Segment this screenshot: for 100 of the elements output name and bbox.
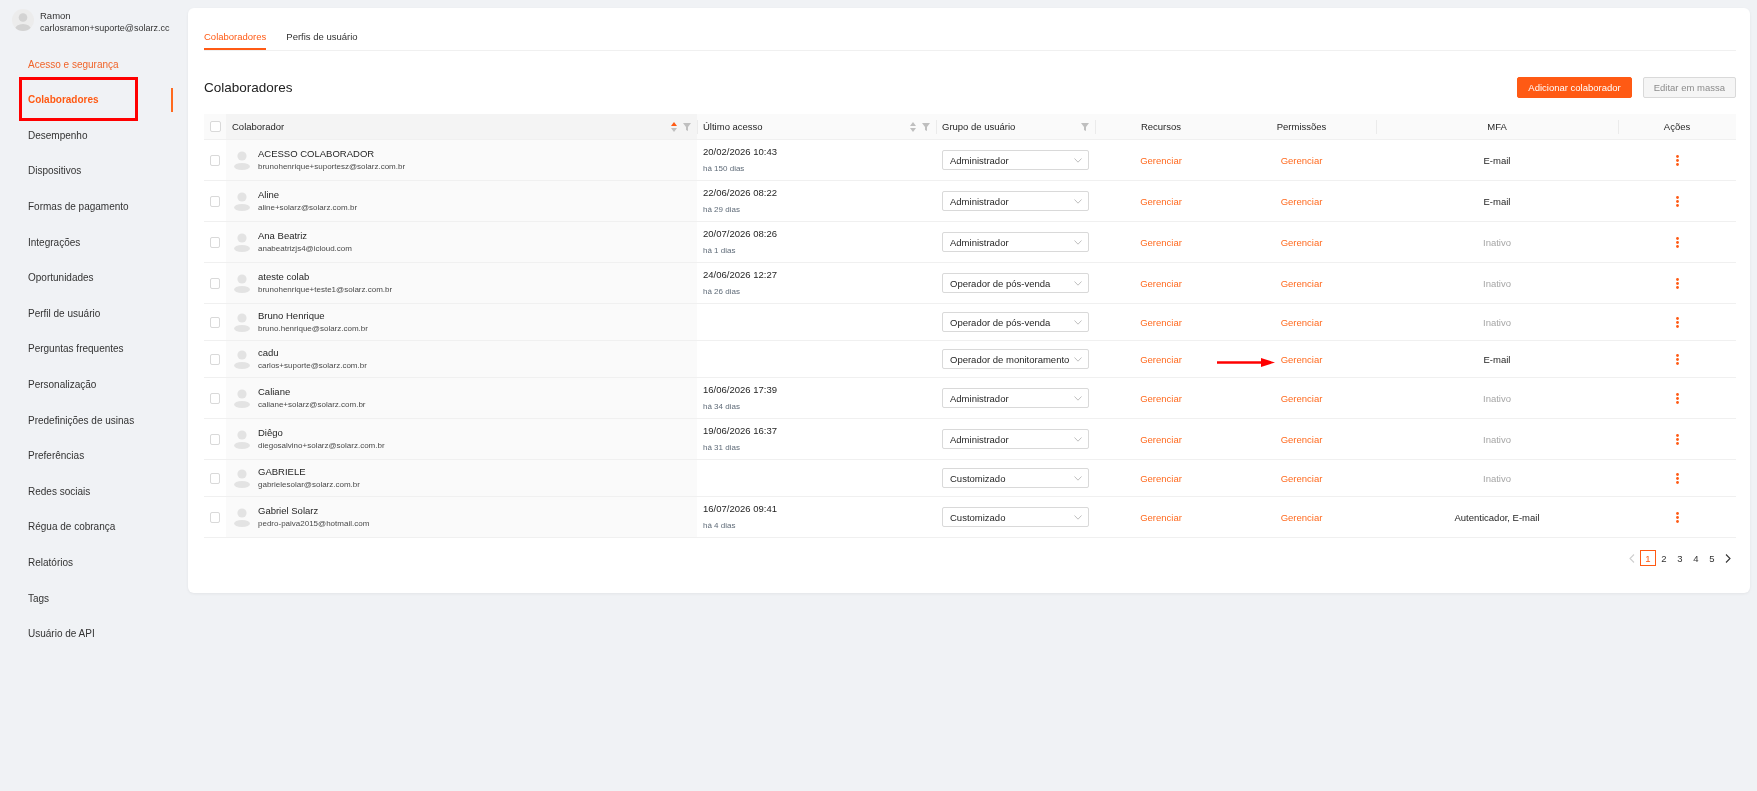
mfa-status: Inativo	[1483, 277, 1511, 289]
checkbox[interactable]	[210, 353, 220, 365]
column-header: Último acesso	[703, 121, 763, 132]
more-options-icon[interactable]	[1675, 472, 1679, 484]
mfa-status: Autenticador, E-mail	[1454, 511, 1540, 523]
checkbox[interactable]	[210, 154, 220, 166]
page-button[interactable]: 2	[1656, 550, 1672, 566]
menu-item[interactable]: Preferências	[0, 444, 173, 469]
menu-section-title: Acesso e segurança	[27, 57, 120, 72]
last-access-date: 22/06/2026 08:22	[703, 186, 777, 200]
more-options-icon[interactable]	[1675, 392, 1679, 404]
last-access-relative: há 31 dias	[703, 442, 740, 454]
column-header: Grupo de usuário	[942, 121, 1016, 132]
mfa-status: Inativo	[1483, 433, 1511, 445]
checkbox[interactable]	[210, 433, 220, 445]
collaborator-email: carlos+suporte@solarz.com.br	[258, 360, 367, 372]
user-group-select[interactable]: Operador de monitoramento	[942, 349, 1089, 369]
user-group-select[interactable]: Administrador	[942, 191, 1089, 211]
menu-item[interactable]: Perguntas frequentes	[0, 337, 173, 362]
more-options-icon[interactable]	[1675, 353, 1679, 365]
collaborator-name: Ana Beatriz	[258, 229, 309, 243]
chevron-down-icon	[1074, 157, 1082, 163]
collaborator-email: bruno.henrique@solarz.com.br	[258, 323, 368, 335]
checkbox[interactable]	[210, 277, 220, 289]
collaborator-name: Bruno Henrique	[258, 309, 326, 323]
collaborator-name: Gabriel Solarz	[258, 504, 320, 518]
chevron-down-icon	[1074, 436, 1082, 442]
column-header: Recursos	[1140, 121, 1182, 132]
user-group-select[interactable]: Administrador	[942, 429, 1089, 449]
menu-item[interactable]: Dispositivos	[0, 159, 173, 184]
user-group-select[interactable]: Operador de pós-venda	[942, 273, 1089, 293]
sort-icon[interactable]	[671, 121, 677, 132]
menu-item[interactable]: Integrações	[0, 230, 173, 255]
user-group-select[interactable]: Administrador	[942, 388, 1089, 408]
menu-item[interactable]: Oportunidades	[0, 266, 173, 291]
more-options-icon[interactable]	[1675, 316, 1679, 328]
page-button[interactable]: 4	[1688, 550, 1704, 566]
sort-icon[interactable]	[910, 121, 916, 132]
menu-item[interactable]: Redes sociais	[0, 479, 173, 504]
collaborator-email: diegosalvino+solarz@solarz.com.br	[258, 440, 385, 452]
menu-item[interactable]: Relatórios	[0, 550, 173, 575]
user-group-select[interactable]: Administrador	[942, 232, 1089, 252]
filter-icon[interactable]	[922, 122, 930, 131]
menu-item[interactable]: Tags	[0, 586, 173, 611]
chevron-right-icon[interactable]	[1725, 553, 1731, 563]
last-access-relative: há 26 dias	[703, 286, 740, 298]
page-title: Colaboradores	[204, 79, 293, 97]
user-email: carlosramon+suporte@solarz.cc	[40, 22, 170, 35]
menu-item[interactable]: Régua de cobrança	[0, 515, 173, 540]
menu-item[interactable]: Predefinições de usinas	[0, 408, 173, 433]
collaborator-email: anabeatrizjs4@icloud.com	[258, 243, 352, 255]
filter-icon[interactable]	[1081, 122, 1089, 131]
filter-icon[interactable]	[683, 122, 691, 131]
checkbox[interactable]	[210, 511, 220, 523]
page-button[interactable]: 5	[1704, 550, 1720, 566]
last-access-date: 20/07/2026 08:26	[703, 227, 777, 241]
last-access-date: 16/06/2026 17:39	[703, 383, 777, 397]
mfa-status: E-mail	[1483, 195, 1511, 207]
column-header: Ações	[1663, 121, 1691, 132]
collaborator-name: Aline	[258, 188, 281, 202]
avatar-icon	[12, 9, 34, 31]
user-group-select[interactable]: Operador de pós-venda	[942, 312, 1089, 332]
last-access-relative: há 34 dias	[703, 401, 740, 413]
collaborator-name: GABRIELE	[258, 465, 307, 479]
page-button[interactable]: 3	[1672, 550, 1688, 566]
menu-item[interactable]: Perfil de usuário	[0, 301, 173, 326]
column-header: Colaborador	[232, 121, 285, 132]
mfa-status: E-mail	[1483, 154, 1511, 166]
last-access-relative: há 150 dias	[703, 163, 745, 175]
more-options-icon[interactable]	[1675, 236, 1679, 248]
collaborator-email: brunohenrique+suportesz@solarz.com.br	[258, 161, 406, 173]
chevron-down-icon	[1074, 356, 1082, 362]
checkbox[interactable]	[210, 236, 220, 248]
last-access-date: 19/06/2026 16:37	[703, 424, 777, 438]
menu-item[interactable]: Usuário de API	[0, 622, 173, 647]
user-group-select[interactable]: Administrador	[942, 150, 1089, 170]
last-access-date: 16/07/2026 09:41	[703, 502, 777, 516]
menu-item[interactable]: Desempenho	[0, 123, 173, 148]
more-options-icon[interactable]	[1675, 511, 1679, 523]
tab[interactable]: Perfis de usuário	[286, 8, 358, 50]
more-options-icon[interactable]	[1675, 154, 1679, 166]
chevron-down-icon	[1074, 475, 1082, 481]
collaborator-name: Caliane	[258, 385, 292, 399]
collaborator-name: ACESSO COLABORADOR	[258, 147, 376, 161]
checkbox[interactable]	[210, 472, 220, 484]
more-options-icon[interactable]	[1675, 433, 1679, 445]
user-group-select[interactable]: Customizado	[942, 468, 1089, 488]
more-options-icon[interactable]	[1675, 195, 1679, 207]
menu-item[interactable]: Formas de pagamento	[0, 194, 173, 219]
user-group-select[interactable]: Customizado	[942, 507, 1089, 527]
mfa-status: Inativo	[1483, 316, 1511, 328]
checkbox[interactable]	[210, 392, 220, 404]
menu-item[interactable]: Personalização	[0, 372, 173, 397]
last-access-date: 20/02/2026 10:43	[703, 145, 777, 159]
column-header: Permissões	[1276, 121, 1327, 132]
mfa-status: Inativo	[1483, 472, 1511, 484]
checkbox[interactable]	[209, 121, 221, 132]
checkbox[interactable]	[210, 316, 220, 328]
checkbox[interactable]	[210, 195, 220, 207]
more-options-icon[interactable]	[1675, 277, 1679, 289]
